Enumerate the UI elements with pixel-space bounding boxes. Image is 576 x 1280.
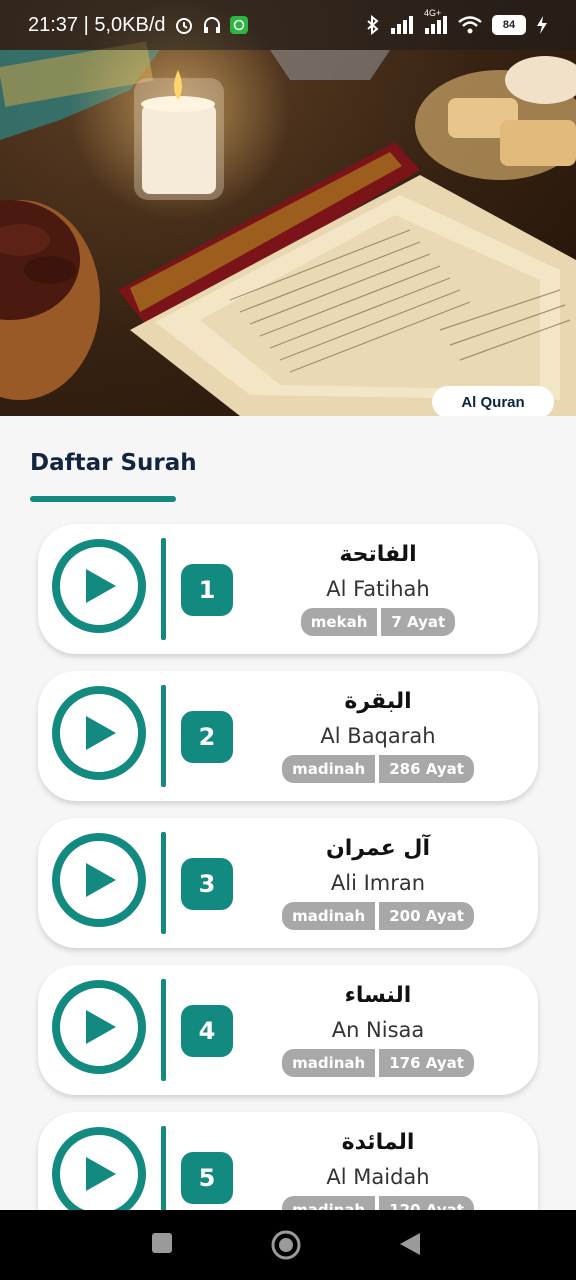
- card-divider: [161, 538, 166, 640]
- surah-latin-name: An Nisaa: [331, 1018, 425, 1042]
- surah-tags: madinah 200 Ayat: [282, 902, 474, 930]
- ayat-count-tag: 7 Ayat: [381, 608, 456, 636]
- card-divider: [161, 832, 166, 934]
- card-divider: [161, 979, 166, 1081]
- back-icon[interactable]: [398, 1231, 422, 1261]
- whatsapp-icon: [229, 16, 248, 34]
- surah-number: 3: [181, 858, 233, 910]
- hero-badge-label: Al Quran: [432, 386, 554, 416]
- surah-arabic-name: النساء: [344, 983, 412, 1008]
- surah-card[interactable]: 1 الفاتحة Al Fatihah mekah 7 Ayat: [38, 524, 538, 654]
- surah-tags: madinah 286 Ayat: [282, 755, 474, 783]
- surah-number: 2: [181, 711, 233, 763]
- revelation-place-tag: mekah: [300, 608, 378, 636]
- ayat-count-tag: 176 Ayat: [379, 1049, 474, 1077]
- home-icon[interactable]: [270, 1229, 302, 1265]
- surah-info: البقرة Al Baqarah madinah 286 Ayat: [258, 671, 498, 801]
- surah-latin-name: Al Maidah: [326, 1165, 430, 1189]
- surah-number: 4: [181, 1005, 233, 1057]
- section-title: Daftar Surah: [30, 450, 197, 476]
- surah-info: النساء An Nisaa madinah 176 Ayat: [258, 965, 498, 1095]
- ayat-count-tag: 286 Ayat: [379, 755, 474, 783]
- network-type: 4G+: [424, 8, 442, 18]
- battery-icon: 84: [492, 15, 526, 35]
- surah-tags: mekah 7 Ayat: [300, 608, 456, 636]
- surah-card[interactable]: 4 النساء An Nisaa madinah 176 Ayat: [38, 965, 538, 1095]
- surah-info: الفاتحة Al Fatihah mekah 7 Ayat: [258, 524, 498, 654]
- surah-tags: madinah 176 Ayat: [282, 1049, 474, 1077]
- surah-number: 1: [181, 564, 233, 616]
- surah-latin-name: Al Fatihah: [326, 577, 430, 601]
- surah-latin-name: Ali Imran: [330, 871, 426, 895]
- play-icon: [86, 863, 116, 897]
- bluetooth-icon: [366, 15, 380, 35]
- surah-number: 5: [181, 1152, 233, 1204]
- status-time: 21:37 | 5,0KB/d: [28, 13, 166, 36]
- revelation-place-tag: madinah: [282, 1049, 376, 1077]
- play-button[interactable]: [52, 980, 146, 1074]
- surah-arabic-name: آل عمران: [325, 836, 431, 861]
- quran-table-illustration: [0, 0, 576, 416]
- status-bar: 21:37 | 5,0KB/d 4G+ 84: [0, 0, 576, 50]
- surah-latin-name: Al Baqarah: [320, 724, 436, 748]
- revelation-place-tag: madinah: [282, 755, 376, 783]
- surah-card[interactable]: 3 آل عمران Ali Imran madinah 200 Ayat: [38, 818, 538, 948]
- surah-card[interactable]: 2 البقرة Al Baqarah madinah 286 Ayat: [38, 671, 538, 801]
- battery-level: 84: [502, 19, 516, 31]
- play-icon: [86, 1157, 116, 1191]
- wifi-icon: [458, 16, 482, 34]
- surah-info: آل عمران Ali Imran madinah 200 Ayat: [258, 818, 498, 948]
- ayat-count-tag: 200 Ayat: [379, 902, 474, 930]
- signal-4g-icon: 4G+: [424, 8, 448, 34]
- navigation-bar: [0, 1210, 576, 1280]
- surah-arabic-name: الفاتحة: [339, 542, 417, 567]
- play-icon: [86, 1010, 116, 1044]
- section-underline: [30, 496, 176, 502]
- surah-arabic-name: البقرة: [344, 689, 412, 714]
- card-divider: [161, 685, 166, 787]
- play-button[interactable]: [52, 539, 146, 633]
- hero-banner: Al Quran: [0, 0, 576, 416]
- alarm-icon: [174, 15, 194, 35]
- charging-icon: [536, 16, 548, 34]
- revelation-place-tag: madinah: [282, 902, 376, 930]
- play-button[interactable]: [52, 833, 146, 927]
- play-icon: [86, 569, 116, 603]
- signal-icon: [390, 16, 414, 34]
- play-icon: [86, 716, 116, 750]
- play-button[interactable]: [52, 1127, 146, 1221]
- headphones-icon: [202, 15, 222, 35]
- surah-arabic-name: المائدة: [341, 1130, 415, 1155]
- recents-icon[interactable]: [150, 1231, 174, 1259]
- play-button[interactable]: [52, 686, 146, 780]
